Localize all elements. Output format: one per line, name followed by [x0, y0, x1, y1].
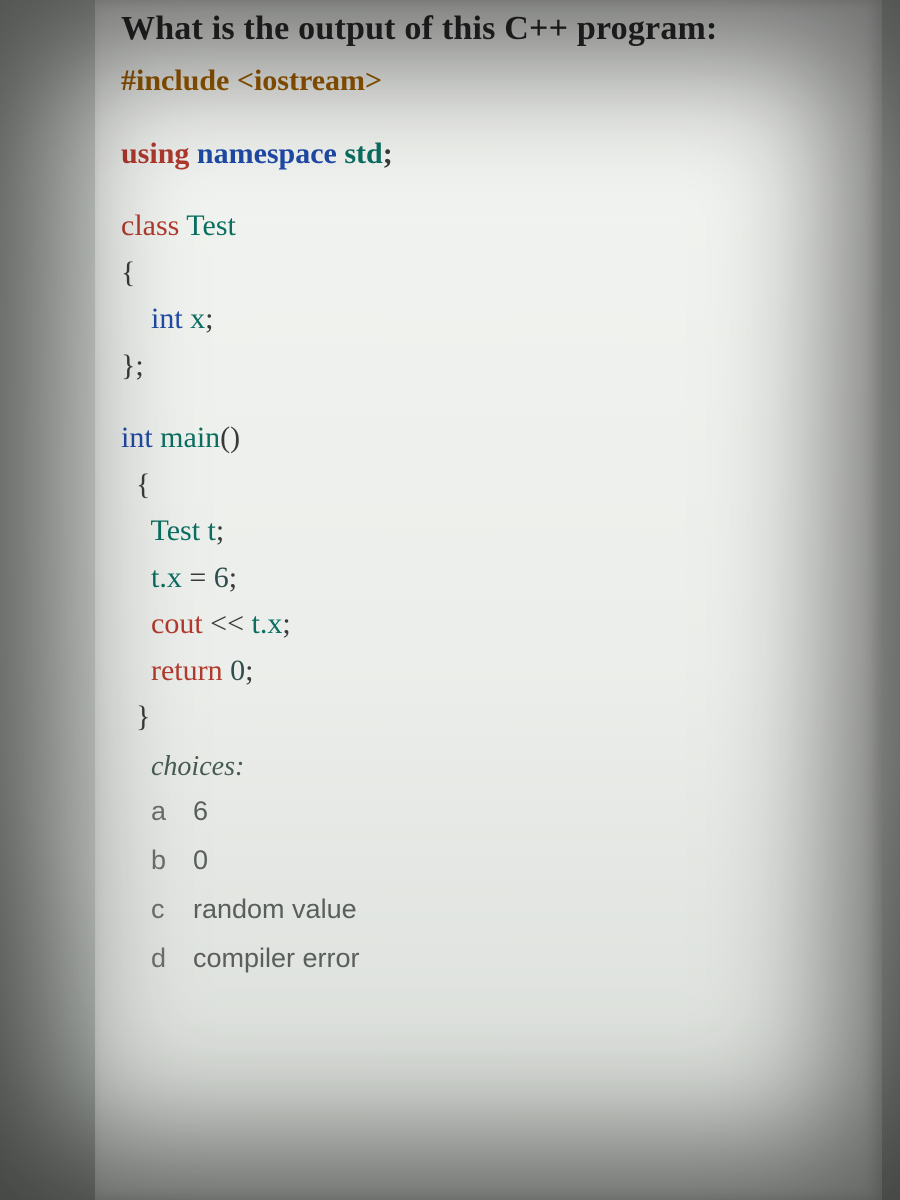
- code-token: Test: [186, 209, 236, 242]
- choice-c[interactable]: c random value: [151, 885, 856, 934]
- code-token: ;: [245, 654, 253, 687]
- code-line: t.x = 6;: [121, 555, 856, 602]
- blank-line: [121, 177, 856, 203]
- code-token: ;: [229, 561, 237, 594]
- code-line: }: [121, 694, 856, 741]
- code-token: return: [151, 654, 230, 687]
- code-token: Test: [150, 514, 207, 547]
- question-title: What is the output of this C++ program:: [121, 10, 856, 48]
- code-token: =: [189, 561, 213, 594]
- code-token: using: [121, 137, 197, 170]
- code-token: 6: [214, 561, 229, 594]
- question-card: What is the output of this C++ program: …: [95, 0, 882, 1200]
- code-token: ;: [216, 514, 224, 547]
- code-token: #include: [121, 64, 237, 97]
- code-token: {: [121, 256, 135, 289]
- code-token: int: [121, 421, 160, 454]
- code-token: int: [151, 302, 190, 335]
- code-token: }: [136, 700, 150, 733]
- code-line: return 0;: [121, 648, 856, 695]
- code-token: t.x: [151, 561, 189, 594]
- code-line: Test t;: [121, 508, 856, 555]
- choice-text: random value: [193, 894, 357, 925]
- code-line: };: [121, 343, 856, 390]
- code-token: cout: [151, 607, 210, 640]
- choice-text: 0: [193, 845, 208, 876]
- choice-letter: a: [151, 796, 169, 827]
- code-token: namespace: [197, 137, 344, 170]
- choice-text: 6: [193, 796, 208, 827]
- code-token: t: [208, 514, 216, 547]
- code-line: using namespace std;: [121, 131, 856, 178]
- choices-list: a 6 b 0 c random value d compiler error: [151, 787, 856, 983]
- choice-letter: d: [151, 943, 169, 974]
- code-line: {: [121, 462, 856, 509]
- choice-letter: c: [151, 894, 169, 925]
- code-token: <iostream>: [237, 64, 382, 97]
- code-token: (): [220, 421, 240, 454]
- code-line: int x;: [121, 296, 856, 343]
- choice-text: compiler error: [193, 943, 360, 974]
- code-token: 0: [230, 654, 245, 687]
- blank-line: [121, 389, 856, 415]
- code-line: #include <iostream>: [121, 58, 856, 105]
- blank-line: [121, 105, 856, 131]
- code-block: #include <iostream> using namespace std;…: [121, 58, 856, 741]
- code-token: };: [121, 349, 144, 382]
- choices-heading: choices:: [151, 751, 856, 783]
- code-token: class: [121, 209, 186, 242]
- choice-letter: b: [151, 845, 169, 876]
- code-line: int main(): [121, 415, 856, 462]
- code-token: <<: [210, 607, 251, 640]
- code-token: t.x: [252, 607, 283, 640]
- choice-d[interactable]: d compiler error: [151, 934, 856, 983]
- code-line: class Test: [121, 203, 856, 250]
- code-token: ;: [282, 607, 290, 640]
- code-token: ;: [205, 302, 213, 335]
- choice-b[interactable]: b 0: [151, 836, 856, 885]
- code-line: cout << t.x;: [121, 601, 856, 648]
- code-token: {: [136, 468, 150, 501]
- choice-a[interactable]: a 6: [151, 787, 856, 836]
- code-token: x: [190, 302, 205, 335]
- code-line: {: [121, 250, 856, 297]
- code-token: std: [344, 137, 382, 170]
- code-token: main: [160, 421, 220, 454]
- code-token: ;: [383, 137, 393, 170]
